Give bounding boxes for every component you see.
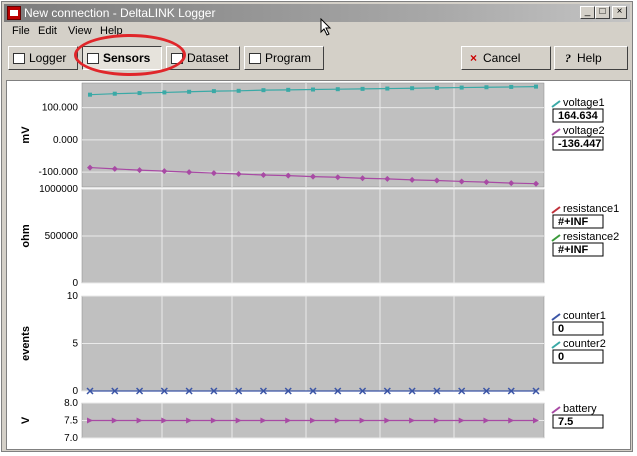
data-point-voltage1 [286, 87, 291, 92]
legend-swatch [551, 206, 561, 214]
y-tick-label: 10 [67, 291, 79, 302]
chart-panel-ohm: 10000005000000ohmresistance1#+INFresista… [20, 184, 619, 289]
y-axis-label: V [20, 416, 32, 424]
y-axis-label: mV [20, 126, 32, 144]
program-icon [249, 52, 261, 64]
legend-name: resistance1 [563, 203, 619, 215]
y-axis-label: ohm [20, 224, 32, 247]
y-tick-label: 0 [72, 386, 78, 397]
logger-icon [13, 52, 25, 64]
y-tick-label: 7.0 [64, 433, 78, 444]
legend-name: counter1 [563, 310, 606, 322]
app-icon[interactable] [7, 6, 21, 20]
help-icon: ? [565, 50, 571, 65]
value-readout-voltage2: -136.447 [558, 138, 601, 150]
help-label: Help [577, 51, 602, 65]
value-readout-counter1: 0 [558, 323, 564, 335]
y-tick-label: 7.5 [64, 416, 78, 427]
tab-logger[interactable]: Logger [8, 46, 78, 70]
legend-entry-battery[interactable]: battery7.5 [551, 403, 604, 429]
chart-panel-mv: 100.0000.000-100.000mVvoltage1164.634vol… [20, 82, 605, 188]
data-point-voltage1 [534, 84, 538, 89]
tab-program[interactable]: Program [244, 46, 324, 70]
data-point-voltage1 [187, 89, 192, 94]
legend-name: counter2 [563, 338, 606, 350]
value-readout-resistance1: #+INF [558, 216, 589, 228]
y-tick-label: 500000 [45, 231, 79, 242]
sensors-panel: 100.000 0.000 -100.000 mV voltage1 164.634 vol… [6, 80, 631, 450]
legend-swatch [551, 341, 561, 349]
data-point-voltage1 [509, 84, 514, 89]
tab-logger-label: Logger [29, 51, 67, 65]
y-tick-label: -100.000 [39, 167, 79, 178]
value-readout-battery: 7.5 [558, 416, 573, 428]
plot-area [81, 82, 545, 188]
chart-panel-events: 1050eventscounter10counter20 [20, 291, 606, 397]
data-point-voltage1 [484, 85, 489, 90]
data-point-voltage1 [236, 88, 241, 93]
data-point-voltage1 [360, 86, 365, 91]
legend-name: battery [563, 403, 597, 415]
data-point-voltage1 [88, 92, 92, 97]
value-readout-counter2: 0 [558, 351, 564, 363]
cancel-label: Cancel [483, 51, 521, 65]
tab-dataset-label: Dataset [187, 51, 229, 65]
data-point-voltage1 [112, 91, 117, 96]
sensor-charts: 100.0000.000-100.000mVvoltage1164.634vol… [20, 82, 619, 444]
data-point-voltage1 [434, 85, 439, 90]
data-point-voltage1 [137, 91, 142, 96]
legend-entry-voltage2[interactable]: voltage2-136.447 [551, 125, 605, 151]
y-tick-label: 1000000 [39, 184, 78, 195]
legend-swatch [551, 313, 561, 321]
value-readout-resistance2: #+INF [558, 244, 589, 256]
y-tick-label: 0.000 [53, 135, 78, 146]
y-tick-label: 5 [72, 339, 78, 350]
title-bar[interactable]: New connection - DeltaLINK Logger _ □ × [4, 4, 630, 22]
y-tick-label: 8.0 [64, 398, 78, 409]
legend-entry-counter2[interactable]: counter20 [551, 338, 606, 364]
sensors-highlight-ellipse [74, 34, 186, 76]
minimize-button[interactable]: _ [580, 6, 595, 19]
menu-file[interactable]: File [12, 25, 30, 37]
data-point-voltage1 [335, 87, 340, 92]
legend-entry-voltage1[interactable]: voltage1164.634 [551, 97, 605, 123]
legend-name: resistance2 [563, 231, 619, 243]
menu-edit[interactable]: Edit [38, 25, 57, 37]
tab-program-label: Program [265, 51, 312, 65]
y-axis-label: events [20, 326, 32, 361]
cancel-icon: × [470, 51, 478, 65]
y-tick-label: 100.000 [42, 103, 79, 114]
data-point-voltage1 [410, 86, 415, 91]
data-point-voltage1 [211, 89, 216, 94]
chart-panel-v: 8.07.57.0Vbattery7.5 [20, 398, 604, 444]
cancel-button[interactable]: × Cancel [461, 46, 551, 70]
app-window: New connection - DeltaLINK Logger _ □ × … [1, 1, 633, 452]
menu-view[interactable]: View [68, 25, 92, 37]
data-point-voltage1 [385, 86, 390, 91]
legend-swatch [551, 128, 561, 136]
legend-name: voltage1 [563, 97, 605, 109]
mouse-cursor-icon [320, 18, 332, 36]
legend-swatch [551, 234, 561, 242]
legend-name: voltage2 [563, 125, 605, 137]
data-point-voltage1 [311, 87, 315, 92]
maximize-button[interactable]: □ [595, 6, 610, 19]
data-point-voltage1 [162, 90, 167, 95]
value-readout-voltage1: 164.634 [558, 110, 599, 122]
close-button[interactable]: × [612, 6, 627, 19]
legend-entry-resistance2[interactable]: resistance2#+INF [551, 231, 619, 257]
legend-swatch [551, 406, 561, 414]
help-button[interactable]: ? Help [554, 46, 628, 70]
window-title: New connection - DeltaLINK Logger [24, 6, 216, 20]
legend-entry-resistance1[interactable]: resistance1#+INF [551, 203, 619, 229]
data-point-voltage1 [459, 85, 464, 90]
y-tick-label: 0 [72, 278, 78, 289]
data-point-voltage1 [261, 88, 266, 93]
legend-swatch [551, 100, 561, 108]
legend-entry-counter1[interactable]: counter10 [551, 310, 606, 336]
